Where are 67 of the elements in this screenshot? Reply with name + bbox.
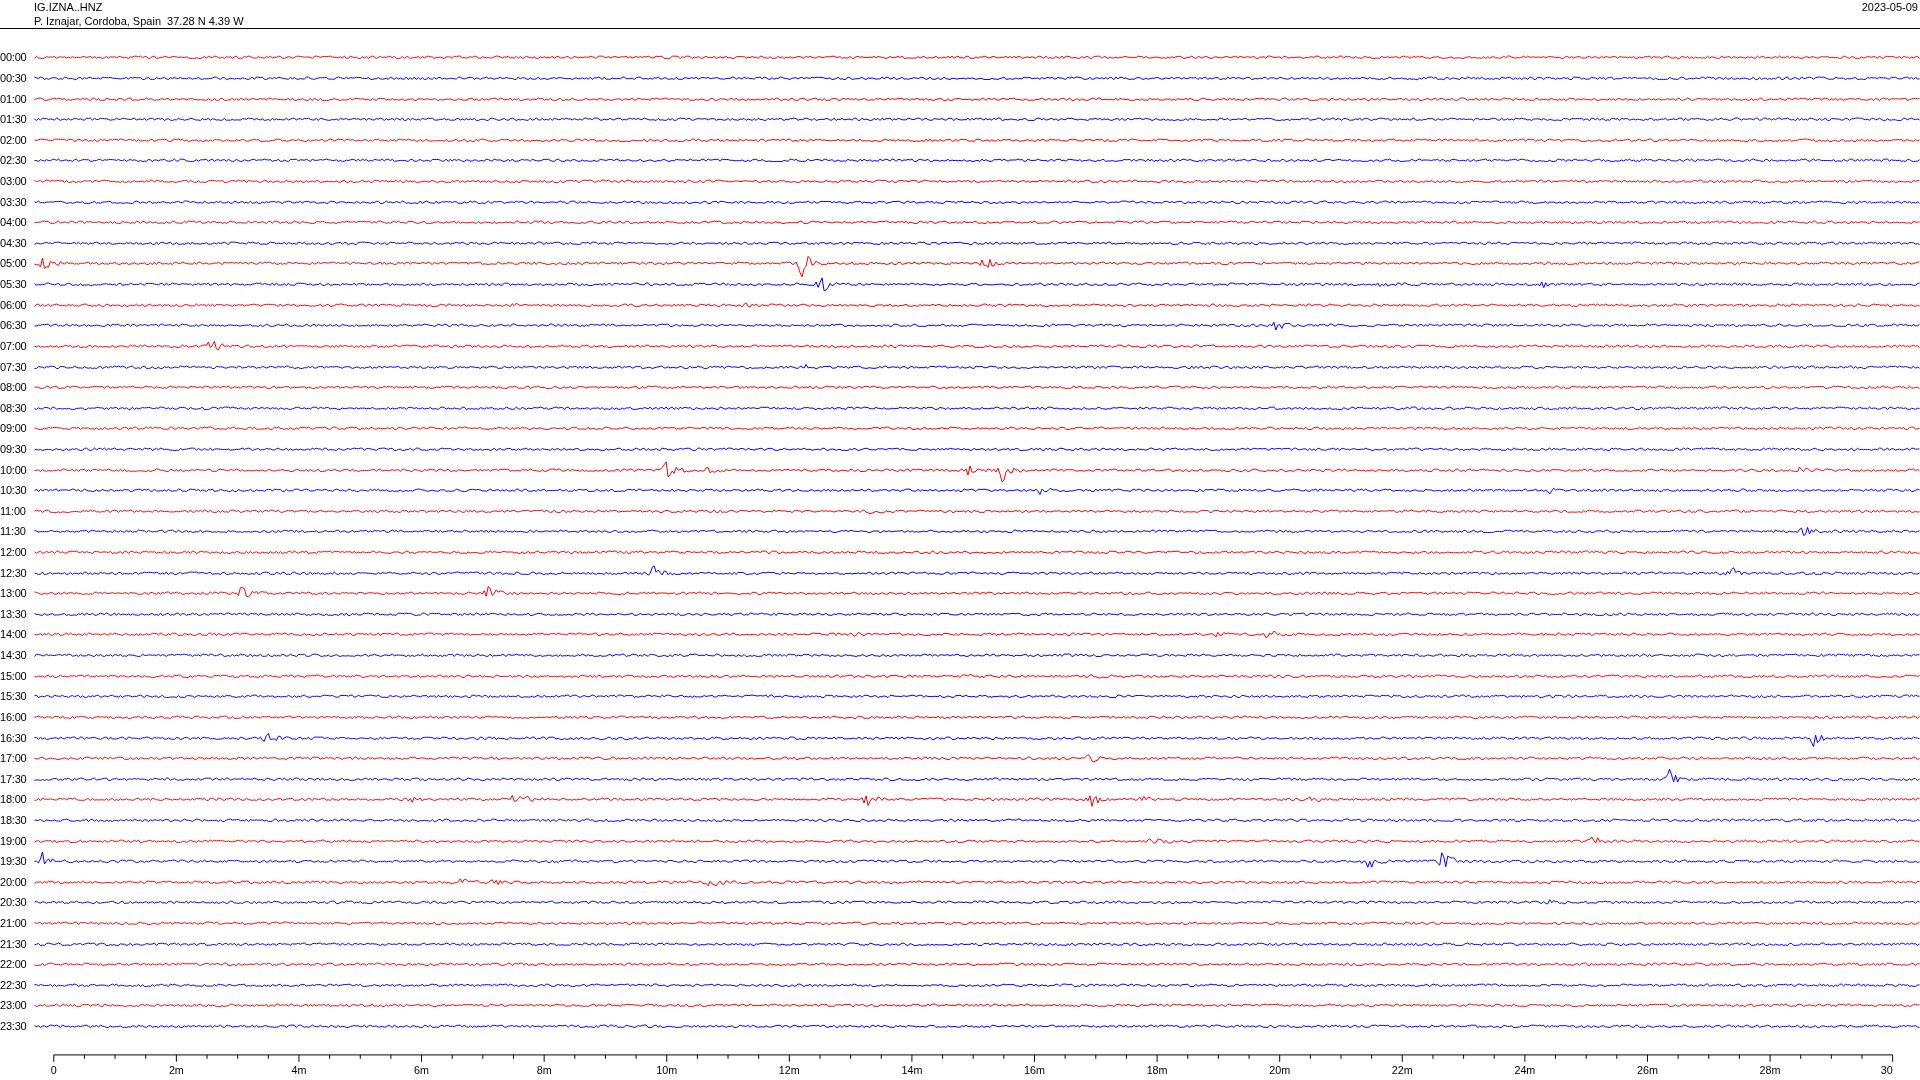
- axis-tick-label: 12m: [778, 1063, 800, 1076]
- time-label: 08:00: [0, 380, 28, 396]
- time-label: 10:00: [0, 462, 28, 478]
- time-label: 21:00: [0, 916, 28, 931]
- axis-tick-label: 20m: [1269, 1063, 1291, 1076]
- time-label: 19:30: [0, 854, 28, 870]
- time-label: 21:30: [0, 936, 28, 952]
- time-label: 10:30: [0, 483, 28, 499]
- time-label: 03:00: [0, 174, 28, 190]
- axis-tick-label: 6m: [414, 1063, 429, 1076]
- axis-tick-label: 4m: [291, 1063, 307, 1076]
- time-label: 20:00: [0, 874, 28, 890]
- time-label: 03:30: [0, 194, 28, 210]
- time-label: 15:30: [0, 689, 28, 705]
- time-label: 00:30: [0, 71, 28, 86]
- time-label: 12:00: [0, 545, 28, 560]
- time-label: 22:30: [0, 977, 28, 993]
- time-label: 09:00: [0, 421, 28, 437]
- axis-tick-label: 26m: [1637, 1063, 1658, 1076]
- time-label: 01:30: [0, 112, 28, 128]
- axis-tick-label: 16m: [1024, 1063, 1045, 1076]
- time-label: 07:00: [0, 338, 28, 354]
- time-label: 20:30: [0, 895, 28, 911]
- time-label: 02:30: [0, 153, 28, 169]
- time-label: 09:30: [0, 441, 28, 457]
- axis-tick-label: 10m: [656, 1063, 678, 1076]
- time-label: 02:00: [0, 132, 28, 148]
- time-label: 14:00: [0, 627, 28, 643]
- axis-tick-label: 14m: [901, 1063, 923, 1076]
- station-location: P. Iznajar, Cordoba, Spain 37.28 N 4.39 W: [34, 14, 244, 28]
- time-label: 13:00: [0, 586, 28, 602]
- time-label: 06:30: [0, 318, 28, 334]
- time-label: 08:30: [0, 400, 28, 416]
- date-label: 2023-05-09: [1861, 0, 1918, 15]
- time-label: 22:00: [0, 957, 28, 973]
- time-label: 18:00: [0, 792, 28, 808]
- time-label: 14:30: [0, 648, 28, 664]
- time-label: 12:30: [0, 565, 28, 581]
- time-label: 18:30: [0, 812, 28, 828]
- time-label: 06:00: [0, 297, 28, 313]
- time-label: 17:30: [0, 771, 28, 787]
- time-label: 16:00: [0, 709, 28, 725]
- time-label: 16:30: [0, 730, 28, 746]
- axis-tick-label: 8m: [536, 1063, 552, 1076]
- time-label: 00:00: [0, 50, 28, 66]
- axis-tick-label: 24m: [1514, 1063, 1536, 1076]
- time-label: 15:00: [0, 668, 28, 684]
- time-label: 05:30: [0, 277, 28, 293]
- time-label: 05:00: [0, 256, 28, 272]
- time-label: 23:30: [0, 1019, 28, 1035]
- time-label: 04:00: [0, 215, 28, 231]
- time-label: 04:30: [0, 235, 28, 251]
- time-label: 13:30: [0, 606, 28, 622]
- time-label: 23:00: [0, 998, 28, 1014]
- time-label: 19:00: [0, 833, 28, 849]
- time-label: 17:00: [0, 751, 28, 767]
- station-code: IG.IZNA..HNZ: [34, 0, 104, 14]
- axis-tick-label: 30: [1880, 1063, 1893, 1076]
- axis-tick-label: 2m: [168, 1063, 184, 1076]
- time-label: 11:00: [0, 503, 27, 519]
- time-label: 07:30: [0, 359, 28, 375]
- time-label: 11:30: [0, 524, 27, 540]
- axis-tick-label: 0: [50, 1063, 57, 1076]
- axis-tick-label: 22m: [1391, 1063, 1413, 1076]
- axis-tick-label: 28m: [1759, 1063, 1781, 1076]
- axis-tick-label: 18m: [1146, 1063, 1168, 1076]
- time-label: 01:00: [0, 91, 28, 107]
